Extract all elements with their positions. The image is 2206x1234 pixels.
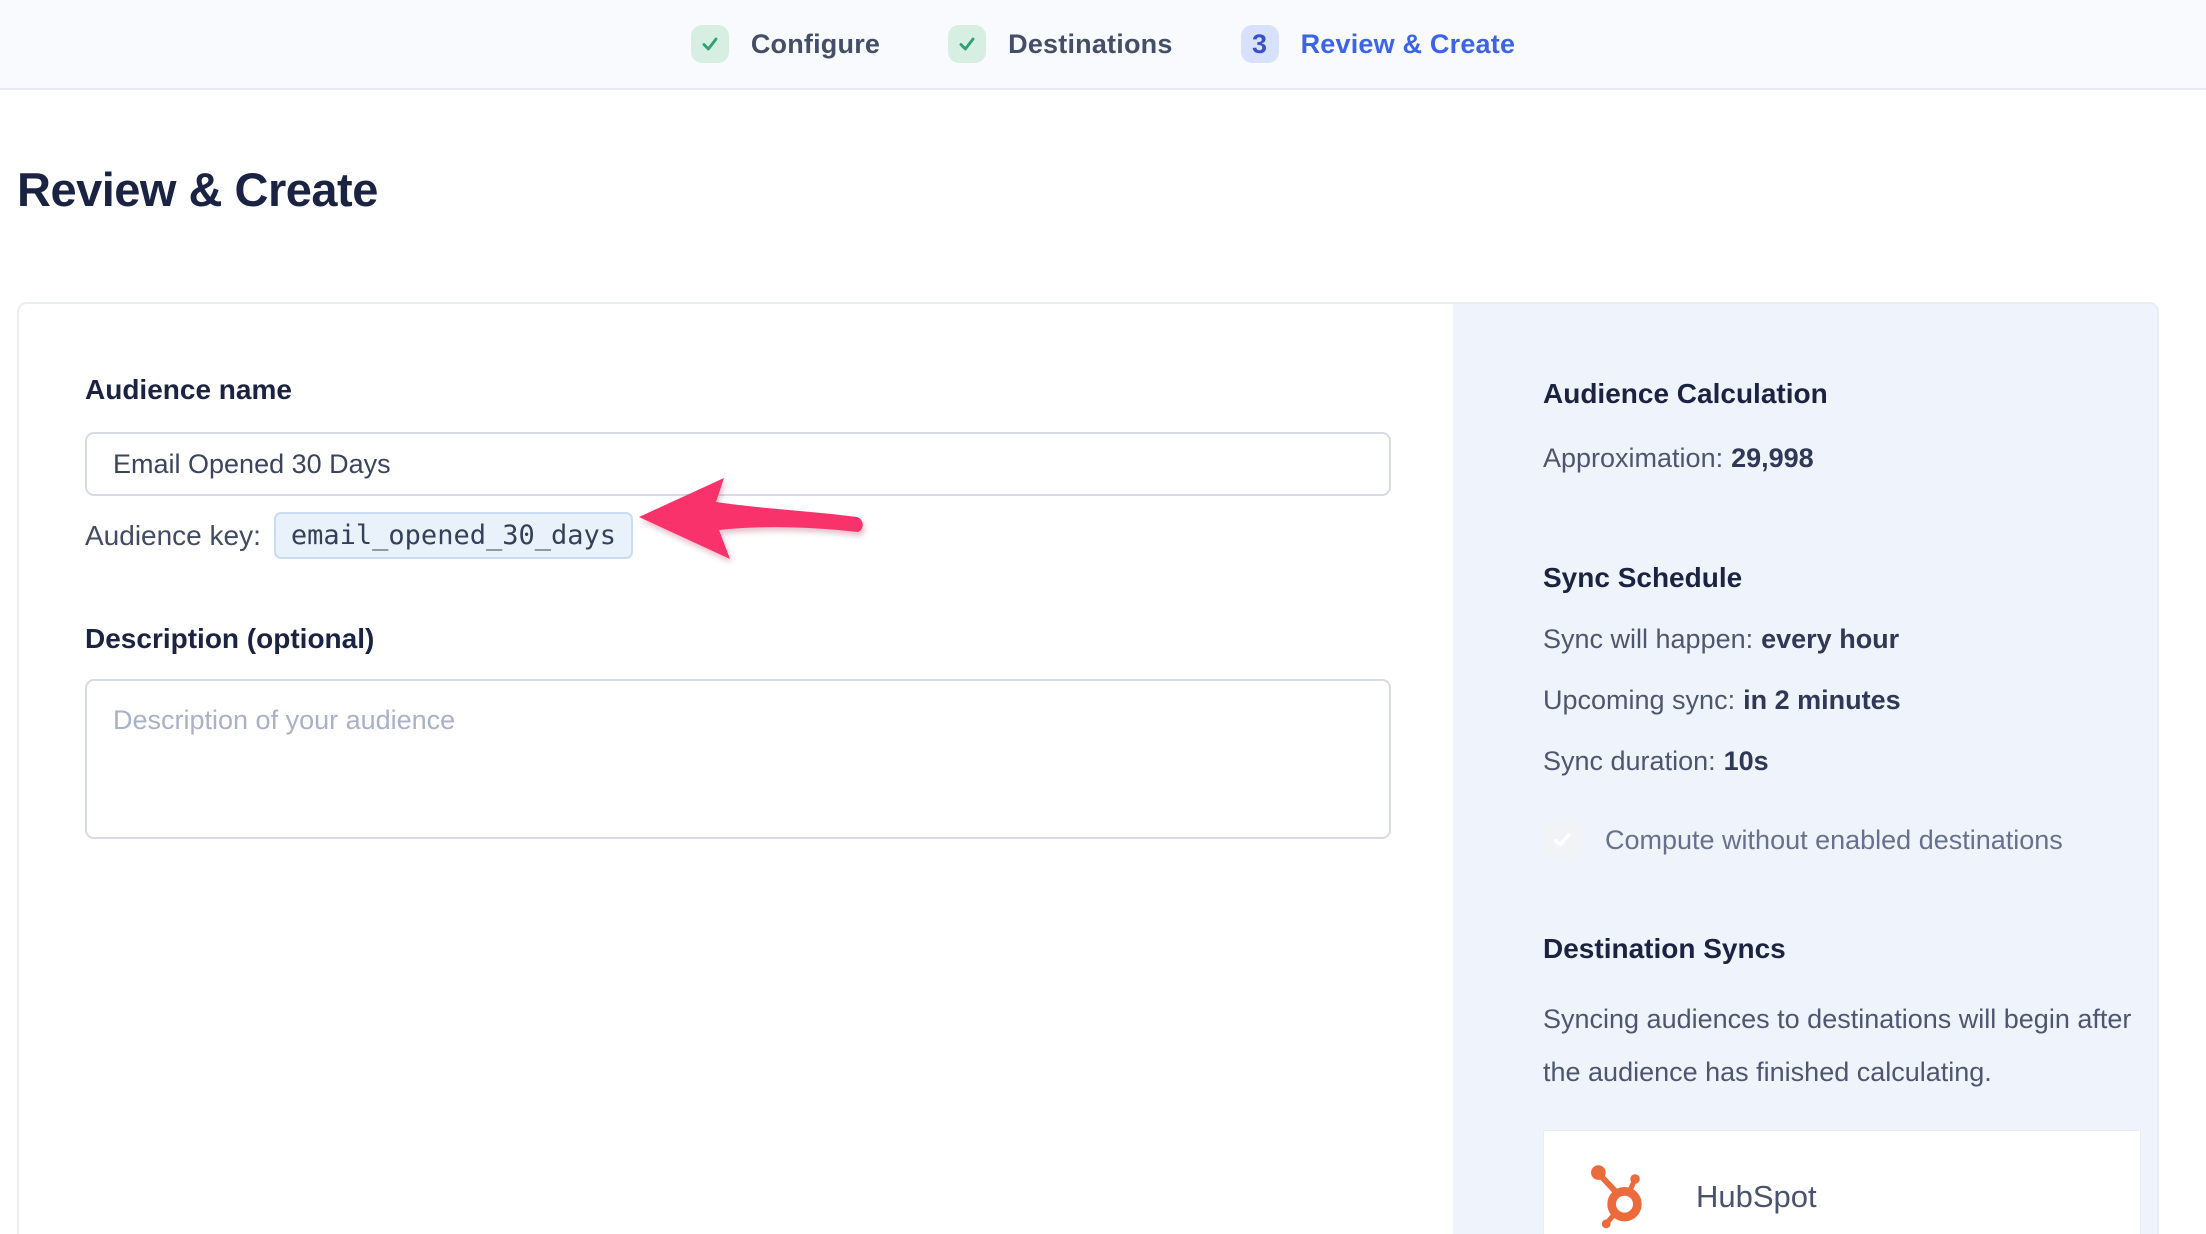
- upcoming-sync-label: Upcoming sync:: [1543, 685, 1735, 715]
- upcoming-sync-value: in 2 minutes: [1743, 685, 1901, 715]
- sync-duration-line: Sync duration: 10s: [1543, 746, 2097, 777]
- audience-name-label: Audience name: [85, 374, 1453, 406]
- step-label: Destinations: [1008, 29, 1172, 60]
- compute-checkbox-label: Compute without enabled destinations: [1605, 825, 2063, 856]
- destination-name: HubSpot: [1696, 1179, 1817, 1215]
- audience-name-input[interactable]: [85, 432, 1391, 496]
- sync-frequency-value: every hour: [1761, 624, 1899, 654]
- page-title: Review & Create: [17, 162, 378, 217]
- sync-schedule-title: Sync Schedule: [1543, 562, 2097, 594]
- description-label: Description (optional): [85, 623, 1453, 655]
- step-label: Review & Create: [1301, 29, 1516, 60]
- sync-duration-value: 10s: [1724, 746, 1769, 776]
- approximation-value: 29,998: [1731, 443, 1814, 473]
- check-icon: [948, 25, 986, 63]
- sync-frequency-line: Sync will happen: every hour: [1543, 624, 2097, 655]
- audience-key-label: Audience key:: [85, 520, 261, 552]
- step-review-create[interactable]: 3 Review & Create: [1241, 25, 1516, 63]
- sync-frequency-label: Sync will happen:: [1543, 624, 1753, 654]
- description-textarea[interactable]: [85, 679, 1391, 839]
- review-card: Audience name Audience key: email_opened…: [17, 302, 2159, 1234]
- step-label: Configure: [751, 29, 880, 60]
- check-icon: [691, 25, 729, 63]
- approximation-label: Approximation:: [1543, 443, 1723, 473]
- review-create-page: Configure Destinations 3 Review & Create…: [0, 0, 2206, 1234]
- audience-key-row: Audience key: email_opened_30_days: [85, 512, 1453, 559]
- destination-hubspot-card[interactable]: HubSpot: [1543, 1130, 2141, 1234]
- destination-syncs-title: Destination Syncs: [1543, 933, 2097, 965]
- wizard-stepper: Configure Destinations 3 Review & Create: [0, 0, 2206, 90]
- compute-checkbox-row: Compute without enabled destinations: [1543, 821, 2097, 859]
- step-configure[interactable]: Configure: [691, 25, 880, 63]
- hubspot-logo-icon: [1586, 1159, 1652, 1234]
- step-destinations[interactable]: Destinations: [948, 25, 1172, 63]
- upcoming-sync-line: Upcoming sync: in 2 minutes: [1543, 685, 2097, 716]
- compute-checkbox[interactable]: [1543, 821, 1581, 859]
- approximation-line: Approximation: 29,998: [1543, 443, 2097, 474]
- audience-form: Audience name Audience key: email_opened…: [19, 304, 1453, 1234]
- summary-panel: Audience Calculation Approximation: 29,99…: [1453, 304, 2157, 1234]
- audience-key-value: email_opened_30_days: [274, 512, 633, 559]
- step-number-badge: 3: [1241, 25, 1279, 63]
- audience-calculation-title: Audience Calculation: [1543, 378, 2097, 410]
- sync-duration-label: Sync duration:: [1543, 746, 1716, 776]
- destination-syncs-description: Syncing audiences to destinations will b…: [1543, 993, 2137, 1098]
